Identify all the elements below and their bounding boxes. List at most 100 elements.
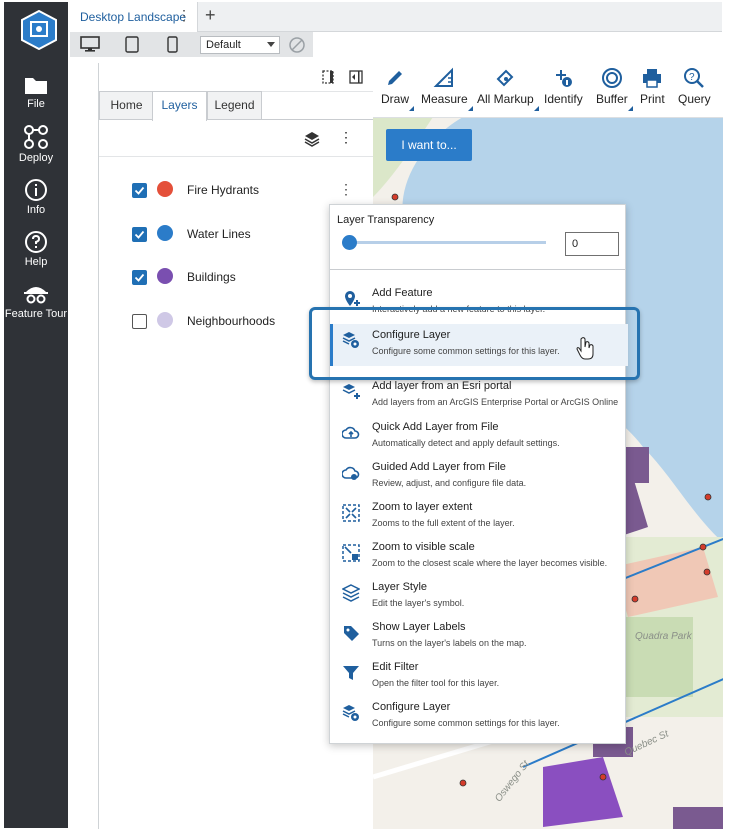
tab-legend[interactable]: Legend bbox=[207, 91, 262, 119]
hand-cursor-icon bbox=[576, 337, 594, 360]
map-toolbar: Draw Measure All Markup Identify Buffer bbox=[373, 63, 728, 118]
zoom-scale-icon bbox=[342, 544, 360, 562]
help-icon bbox=[25, 231, 47, 253]
menu-item-title: Show Layer Labels bbox=[372, 621, 466, 633]
tool-draw[interactable]: Draw bbox=[381, 67, 415, 111]
nav-deploy[interactable]: Deploy bbox=[4, 124, 68, 164]
menu-item-zoom-extent[interactable]: Zoom to layer extent Zooms to the full e… bbox=[330, 498, 625, 538]
device-preset-select[interactable]: Default bbox=[200, 36, 280, 54]
map-label-park: Quadra Park bbox=[635, 631, 692, 642]
device-preset-value: Default bbox=[206, 39, 241, 51]
layer-name: Water Lines bbox=[187, 227, 251, 241]
layer-checkbox[interactable] bbox=[132, 270, 147, 285]
chevron-down-icon bbox=[267, 42, 275, 47]
layer-stack-icon[interactable] bbox=[304, 131, 320, 147]
tool-print[interactable]: Print bbox=[640, 67, 665, 106]
desktop-icon[interactable] bbox=[80, 36, 100, 53]
tablet-icon[interactable] bbox=[125, 36, 139, 53]
nav-feature-tour[interactable]: Feature Tour bbox=[4, 282, 68, 320]
layer-style-icon bbox=[342, 584, 360, 602]
menu-item-title: Zoom to visible scale bbox=[372, 541, 475, 553]
layers-tools: ⋮ bbox=[99, 120, 373, 157]
transparency-slider-thumb[interactable] bbox=[342, 235, 357, 250]
menu-item-desc: Zoom to the closest scale where the laye… bbox=[372, 558, 608, 568]
tool-label: Draw bbox=[381, 92, 410, 106]
neighbourhood-icon bbox=[157, 312, 173, 328]
transparency-value: 0 bbox=[572, 238, 579, 250]
nav-help[interactable]: Help bbox=[4, 230, 68, 268]
tool-label: Buffer bbox=[596, 92, 628, 106]
dock-panel-icon[interactable] bbox=[321, 70, 335, 84]
page-edge bbox=[0, 829, 731, 834]
add-tab-button[interactable]: + bbox=[205, 5, 216, 26]
menu-item-configure-layer-2[interactable]: Configure Layer Configure some common se… bbox=[330, 698, 625, 738]
menu-item-guided-add-file[interactable]: Guided Add Layer from File Review, adjus… bbox=[330, 458, 625, 498]
transparency-title: Layer Transparency bbox=[337, 214, 435, 226]
layer-name: Neighbourhoods bbox=[187, 314, 276, 328]
document-tab-strip: Desktop Landscape ⋮ + bbox=[70, 2, 722, 32]
nav-file[interactable]: File bbox=[4, 74, 68, 110]
menu-item-zoom-scale[interactable]: Zoom to visible scale Zoom to the closes… bbox=[330, 538, 625, 578]
rotate-icon[interactable] bbox=[288, 36, 306, 54]
layers-menu-icon[interactable]: ⋮ bbox=[339, 129, 353, 146]
building-icon bbox=[157, 268, 173, 284]
layer-checkbox[interactable] bbox=[132, 183, 147, 198]
menu-item-title: Quick Add Layer from File bbox=[372, 421, 499, 433]
layer-row[interactable]: Fire Hydrants ⋮ bbox=[99, 179, 373, 203]
menu-item-edit-filter[interactable]: Edit Filter Open the filter tool for thi… bbox=[330, 658, 625, 698]
label-tag-icon bbox=[344, 626, 359, 641]
transparency-input[interactable]: 0 bbox=[565, 232, 619, 256]
menu-item-quick-add-file[interactable]: Quick Add Layer from File Automatically … bbox=[330, 418, 625, 458]
nav-feature-tour-label: Feature Tour bbox=[4, 308, 68, 320]
menu-item-desc: Zooms to the full extent of the layer. bbox=[372, 518, 515, 528]
configure-layer-icon bbox=[342, 705, 359, 721]
layer-name: Buildings bbox=[187, 270, 236, 284]
deploy-icon bbox=[24, 125, 48, 149]
menu-item-title: Add layer from an Esri portal bbox=[372, 380, 512, 392]
menu-item-layer-style[interactable]: Layer Style Edit the layer's symbol. bbox=[330, 578, 625, 618]
zoom-extent-icon bbox=[342, 504, 360, 522]
tool-label: All Markup bbox=[477, 92, 534, 106]
identify-icon bbox=[556, 70, 573, 87]
panel-tabs: Home Layers Legend bbox=[99, 91, 373, 121]
app-sidebar: File Deploy Info Help Feature Tour bbox=[4, 2, 68, 828]
cloud-upload-icon bbox=[342, 426, 360, 439]
feature-tour-icon bbox=[24, 287, 48, 304]
menu-item-add-layer-portal[interactable]: Add layer from an Esri portal Add layers… bbox=[330, 377, 625, 417]
tab-desktop-landscape[interactable]: Desktop Landscape ⋮ bbox=[70, 2, 198, 32]
water-drop-icon bbox=[157, 225, 173, 241]
tool-all-markup[interactable]: All Markup bbox=[477, 67, 539, 111]
panel-header bbox=[99, 63, 373, 92]
folder-icon bbox=[25, 78, 47, 94]
add-feature-icon bbox=[345, 291, 360, 306]
menu-item-desc: Configure some common settings for this … bbox=[372, 718, 560, 728]
phone-icon[interactable] bbox=[167, 36, 178, 53]
layer-checkbox[interactable] bbox=[132, 227, 147, 242]
tool-measure[interactable]: Measure bbox=[421, 67, 473, 111]
tool-identify[interactable]: Identify bbox=[544, 67, 583, 106]
buffer-icon bbox=[601, 68, 622, 88]
ruler-icon bbox=[433, 67, 454, 87]
tab-home[interactable]: Home bbox=[99, 91, 154, 119]
nav-info[interactable]: Info bbox=[4, 178, 68, 216]
layer-menu-icon[interactable]: ⋮ bbox=[339, 181, 353, 198]
menu-item-desc: Review, adjust, and configure file data. bbox=[372, 478, 527, 488]
layer-context-menu: Layer Transparency 0 Add Feature Interac… bbox=[329, 204, 628, 744]
cloud-gear-icon bbox=[342, 466, 360, 480]
tool-label: Print bbox=[640, 92, 665, 106]
menu-item-title: Add Feature bbox=[372, 287, 433, 299]
collapse-panel-icon[interactable] bbox=[349, 70, 363, 84]
layer-checkbox[interactable] bbox=[132, 314, 147, 329]
i-want-to-button[interactable]: I want to... bbox=[386, 129, 472, 161]
tool-buffer[interactable]: Buffer bbox=[596, 67, 633, 111]
menu-item-desc: Turns on the layer's labels on the map. bbox=[372, 638, 527, 648]
tab-layers[interactable]: Layers bbox=[152, 91, 207, 121]
markup-icon bbox=[496, 69, 514, 87]
filter-icon bbox=[343, 666, 359, 680]
info-icon bbox=[25, 179, 47, 201]
menu-item-show-labels[interactable]: Show Layer Labels Turns on the layer's l… bbox=[330, 618, 625, 658]
transparency-slider[interactable] bbox=[350, 241, 546, 244]
tab-menu-icon[interactable]: ⋮ bbox=[177, 7, 191, 24]
menu-item-desc: Open the filter tool for this layer. bbox=[372, 678, 500, 688]
tool-query[interactable]: ? Query bbox=[678, 67, 711, 106]
